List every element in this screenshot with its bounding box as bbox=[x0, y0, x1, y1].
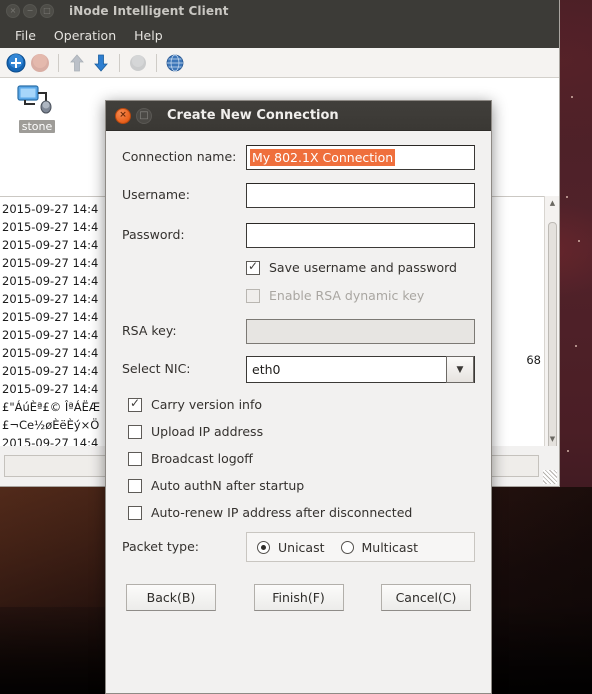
unicast-label: Unicast bbox=[278, 539, 325, 555]
enable-rsa-dynamic-key-label: Enable RSA dynamic key bbox=[269, 288, 425, 303]
dialog-title: Create New Connection bbox=[167, 108, 339, 123]
wallpaper-star bbox=[578, 240, 580, 242]
select-nic-row: Select NIC: eth0 ▼ bbox=[122, 356, 475, 383]
connection-name-input[interactable]: My 802.1X Connection bbox=[246, 145, 475, 170]
auto-renew-ip-address-row[interactable]: Auto-renew IP address after disconnected bbox=[122, 505, 475, 520]
delete-connection-icon bbox=[31, 53, 49, 72]
create-new-connection-dialog: × □ Create New Connection Connection nam… bbox=[105, 100, 492, 694]
minimize-icon: − bbox=[26, 6, 34, 15]
password-row: Password: bbox=[122, 223, 475, 248]
network-connection-icon bbox=[17, 85, 52, 114]
properties-icon bbox=[130, 54, 146, 71]
globe-icon[interactable] bbox=[164, 52, 186, 74]
password-label: Password: bbox=[122, 227, 185, 242]
window-maximize-button[interactable]: □ bbox=[40, 4, 54, 18]
rsa-key-label: RSA key: bbox=[122, 323, 177, 338]
options-group: Carry version info Upload IP address Bro… bbox=[122, 396, 475, 520]
multicast-radio[interactable] bbox=[340, 540, 354, 554]
packet-type-row: Packet type: Unicast Multicast bbox=[122, 532, 475, 562]
auto-renew-ip-address-label: Auto-renew IP address after disconnected bbox=[151, 505, 413, 520]
move-up-icon[interactable] bbox=[66, 52, 88, 74]
toolbar bbox=[0, 48, 559, 78]
log-truncated-text: 68 bbox=[526, 353, 541, 367]
move-down-icon[interactable] bbox=[90, 52, 112, 74]
auto-renew-ip-address-checkbox[interactable] bbox=[128, 505, 142, 520]
save-username-and-password-row[interactable]: Save username and password bbox=[246, 259, 475, 275]
username-input[interactable] bbox=[246, 183, 475, 208]
broadcast-logoff-checkbox[interactable] bbox=[128, 451, 142, 466]
rsa-key-input bbox=[246, 319, 475, 344]
window-close-button[interactable]: × bbox=[6, 4, 20, 18]
wallpaper-star bbox=[566, 196, 568, 198]
window-minimize-button[interactable]: − bbox=[23, 4, 37, 18]
multicast-label: Multicast bbox=[361, 539, 419, 555]
carry-version-info-checkbox[interactable] bbox=[128, 396, 142, 412]
maximize-icon: □ bbox=[139, 109, 149, 121]
toolbar-separator bbox=[119, 53, 120, 72]
connection-name-value: My 802.1X Connection bbox=[250, 149, 396, 166]
close-icon: × bbox=[9, 6, 17, 15]
wallpaper-star bbox=[575, 345, 577, 347]
connection-name-row: Connection name: My 802.1X Connection bbox=[122, 145, 475, 170]
save-username-and-password-label: Save username and password bbox=[269, 260, 457, 275]
connection-name-label: Connection name: bbox=[122, 149, 237, 164]
dialog-button-row: Back(B) Finish(F) Cancel(C) bbox=[122, 584, 475, 611]
toolbar-separator bbox=[58, 53, 59, 72]
menu-operation[interactable]: Operation bbox=[45, 26, 125, 45]
scroll-up-arrow-icon[interactable]: ▲ bbox=[545, 196, 559, 210]
dialog-titlebar: × □ Create New Connection bbox=[106, 101, 491, 131]
toolbar-separator bbox=[156, 53, 157, 72]
add-connection-icon[interactable] bbox=[5, 52, 27, 74]
close-icon: × bbox=[119, 110, 127, 120]
maximize-icon: □ bbox=[43, 6, 51, 15]
connection-item-label: stone bbox=[18, 120, 56, 133]
rsa-key-row: RSA key: bbox=[122, 319, 475, 344]
username-label: Username: bbox=[122, 187, 190, 202]
upload-ip-address-row[interactable]: Upload IP address bbox=[122, 424, 475, 439]
packet-type-group: Unicast Multicast bbox=[246, 532, 475, 562]
scroll-down-arrow-icon[interactable]: ▼ bbox=[545, 432, 559, 446]
auto-authn-after-startup-row[interactable]: Auto authN after startup bbox=[122, 478, 475, 493]
wallpaper-star bbox=[571, 96, 573, 98]
unicast-radio[interactable] bbox=[257, 540, 270, 554]
select-nic-value: eth0 bbox=[252, 362, 281, 377]
select-nic-dropdown[interactable]: eth0 ▼ bbox=[246, 356, 475, 383]
password-input[interactable] bbox=[246, 223, 475, 248]
dialog-maximize-button[interactable]: □ bbox=[136, 107, 152, 124]
broadcast-logoff-row[interactable]: Broadcast logoff bbox=[122, 451, 475, 466]
menu-file[interactable]: File bbox=[6, 26, 45, 45]
cancel-button[interactable]: Cancel(C) bbox=[381, 584, 471, 611]
upload-ip-address-label: Upload IP address bbox=[151, 424, 264, 439]
broadcast-logoff-label: Broadcast logoff bbox=[151, 451, 253, 466]
dialog-close-button[interactable]: × bbox=[115, 107, 131, 124]
back-button[interactable]: Back(B) bbox=[126, 584, 216, 611]
upload-ip-address-checkbox[interactable] bbox=[128, 424, 142, 439]
packet-type-label: Packet type: bbox=[122, 539, 200, 554]
auto-authn-after-startup-checkbox[interactable] bbox=[128, 478, 142, 493]
scrollbar-thumb[interactable] bbox=[548, 222, 557, 446]
main-window-title: iNode Intelligent Client bbox=[69, 4, 229, 18]
menubar: File Operation Help bbox=[0, 22, 559, 48]
carry-version-info-label: Carry version info bbox=[151, 397, 263, 412]
carry-version-info-row[interactable]: Carry version info bbox=[122, 396, 475, 412]
menu-help[interactable]: Help bbox=[125, 26, 172, 45]
dialog-body: Connection name: My 802.1X Connection Us… bbox=[106, 131, 491, 693]
username-row: Username: bbox=[122, 183, 475, 208]
chevron-down-icon[interactable]: ▼ bbox=[446, 356, 474, 383]
finish-button[interactable]: Finish(F) bbox=[253, 584, 344, 611]
connection-list-item[interactable]: stone bbox=[6, 84, 68, 136]
vertical-scrollbar[interactable]: ▲ ▼ bbox=[544, 196, 559, 446]
wallpaper-star bbox=[567, 450, 569, 452]
main-window-titlebar: × − □ iNode Intelligent Client bbox=[0, 0, 559, 22]
save-username-and-password-checkbox[interactable] bbox=[246, 259, 260, 275]
auto-authn-after-startup-label: Auto authN after startup bbox=[151, 478, 305, 493]
enable-rsa-dynamic-key-row: Enable RSA dynamic key bbox=[246, 288, 475, 303]
select-nic-label: Select NIC: bbox=[122, 361, 191, 376]
resize-grip[interactable] bbox=[543, 470, 557, 484]
enable-rsa-dynamic-key-checkbox bbox=[246, 288, 260, 303]
